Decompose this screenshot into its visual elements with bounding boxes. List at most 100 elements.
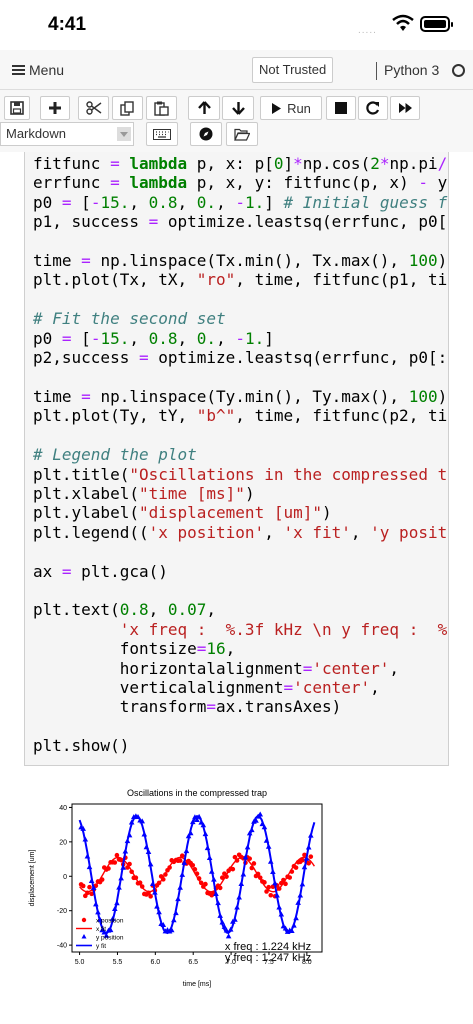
x-position-point: [276, 886, 282, 891]
x-position-point: [306, 860, 311, 866]
x-position-point: [190, 863, 196, 868]
code-line: transform=ax.transAxes): [33, 697, 342, 717]
legend-label: x position: [96, 918, 124, 925]
code-line: plt.text(0.8, 0.07,: [33, 600, 217, 620]
x-position-point: [224, 874, 229, 879]
kernel-name[interactable]: Python 3: [384, 62, 439, 78]
x-position-point: [114, 852, 120, 858]
x-position-point: [230, 866, 236, 872]
open-folder-button[interactable]: [226, 122, 258, 146]
x-position-point: [80, 883, 86, 889]
scissors-icon: [85, 101, 101, 115]
x-position-point: [249, 865, 255, 871]
run-button[interactable]: Run: [260, 96, 322, 120]
x-position-point: [251, 861, 257, 866]
status-bar: 4:41 .....: [0, 0, 473, 50]
legend-marker-x-position: [81, 917, 87, 923]
folder-open-icon: [234, 128, 250, 141]
code-line: p2,success = optimize.leastsq(errfunc, p…: [33, 348, 449, 368]
x-position-point: [287, 875, 293, 880]
kernel-status-icon: [452, 64, 465, 77]
not-trusted-button[interactable]: Not Trusted: [252, 57, 334, 83]
x-position-point: [268, 892, 274, 898]
x-position-point: [194, 871, 200, 877]
x-position-point: [127, 861, 132, 867]
x-position-point: [179, 853, 185, 859]
code-line: plt.ylabel("displacement [um]"): [33, 503, 332, 523]
code-line: plt.plot(Tx, tX, "ro", time, fitfunc(p1,…: [33, 270, 449, 290]
restart-button[interactable]: [358, 96, 388, 120]
x-position-point: [247, 856, 252, 861]
y-tick-label: -40: [57, 943, 67, 950]
x-position-point: [262, 880, 267, 885]
code-line: verticalalignment='center',: [33, 677, 380, 697]
code-line: plt.plot(Ty, tY, "b^", time, fitfunc(p2,…: [33, 406, 449, 426]
x-position-point: [283, 881, 288, 887]
code-line: # Legend the plot: [33, 445, 197, 465]
move-up-button[interactable]: [188, 96, 220, 120]
code-line: time = np.linspace(Ty.min(), Ty.max(), 1…: [33, 386, 448, 406]
menu-label: Menu: [29, 62, 65, 78]
x-position-point: [160, 877, 166, 882]
y-tick-label: 20: [59, 839, 67, 846]
x-position-point: [308, 854, 314, 859]
paste-button[interactable]: [146, 96, 177, 120]
interrupt-button[interactable]: [326, 96, 356, 120]
output-area: Oscillations in the compressed trap time …: [24, 780, 449, 1000]
y-tick-label: -20: [57, 908, 67, 915]
code-line: horizontalalignment='center',: [33, 658, 400, 678]
plus-icon: [49, 102, 61, 114]
wifi-icon: [392, 14, 414, 31]
x-position-point: [163, 872, 168, 877]
x-position-point: [300, 857, 305, 863]
fast-forward-icon: [398, 103, 412, 113]
x-position-point: [196, 876, 202, 881]
copy-button[interactable]: [112, 96, 143, 120]
code-line: plt.show(): [33, 736, 130, 756]
insert-cell-button[interactable]: [40, 96, 70, 120]
restart-run-all-button[interactable]: [390, 96, 420, 120]
copy-icon: [120, 100, 134, 116]
save-button[interactable]: [4, 96, 30, 120]
code-line: fontsize=16,: [33, 639, 236, 659]
x-position-point: [99, 877, 105, 882]
move-down-button[interactable]: [222, 96, 254, 120]
x-position-point: [133, 875, 139, 881]
x-position-point: [217, 885, 223, 891]
compass-icon: [199, 127, 213, 141]
x-position-point: [234, 858, 240, 863]
code-line: errfunc = lambda p, x, y: fitfunc(p, x) …: [33, 173, 448, 193]
kernel-divider: [376, 62, 377, 80]
hamburger-icon: [12, 65, 25, 75]
x-position-point: [266, 884, 271, 890]
legend-label: x fit: [96, 926, 106, 933]
x-position-point: [85, 890, 90, 896]
menu-button[interactable]: Menu: [12, 62, 64, 78]
legend-label: y fit: [96, 943, 106, 950]
x-position-point: [156, 880, 162, 886]
code-line: time = np.linspace(Tx.min(), Tx.max(), 1…: [33, 251, 448, 271]
x-position-point: [129, 869, 134, 875]
x-position-point: [87, 884, 92, 890]
command-palette-button[interactable]: [146, 122, 178, 146]
compass-button[interactable]: [190, 122, 222, 146]
x-position-point: [293, 865, 299, 870]
chevron-down-icon: [117, 127, 131, 141]
x-position-point: [148, 894, 153, 899]
x-position-point: [219, 875, 225, 880]
y-axis-label: displacement [um]: [29, 850, 36, 907]
arrow-down-icon: [231, 102, 245, 115]
x-position-point: [167, 865, 172, 870]
code-cell[interactable]: fitfunc = lambda p, x: p[0]*np.cos(2*np.…: [24, 152, 449, 766]
code-editor[interactable]: fitfunc = lambda p, x: p[0]*np.cos(2*np.…: [33, 154, 449, 756]
paste-icon: [154, 101, 169, 116]
status-time: 4:41: [48, 14, 87, 35]
cut-button[interactable]: [78, 96, 109, 120]
keyboard-icon: [153, 128, 171, 140]
cell-type-select[interactable]: Markdown: [0, 122, 134, 146]
x-position-point: [112, 860, 118, 865]
